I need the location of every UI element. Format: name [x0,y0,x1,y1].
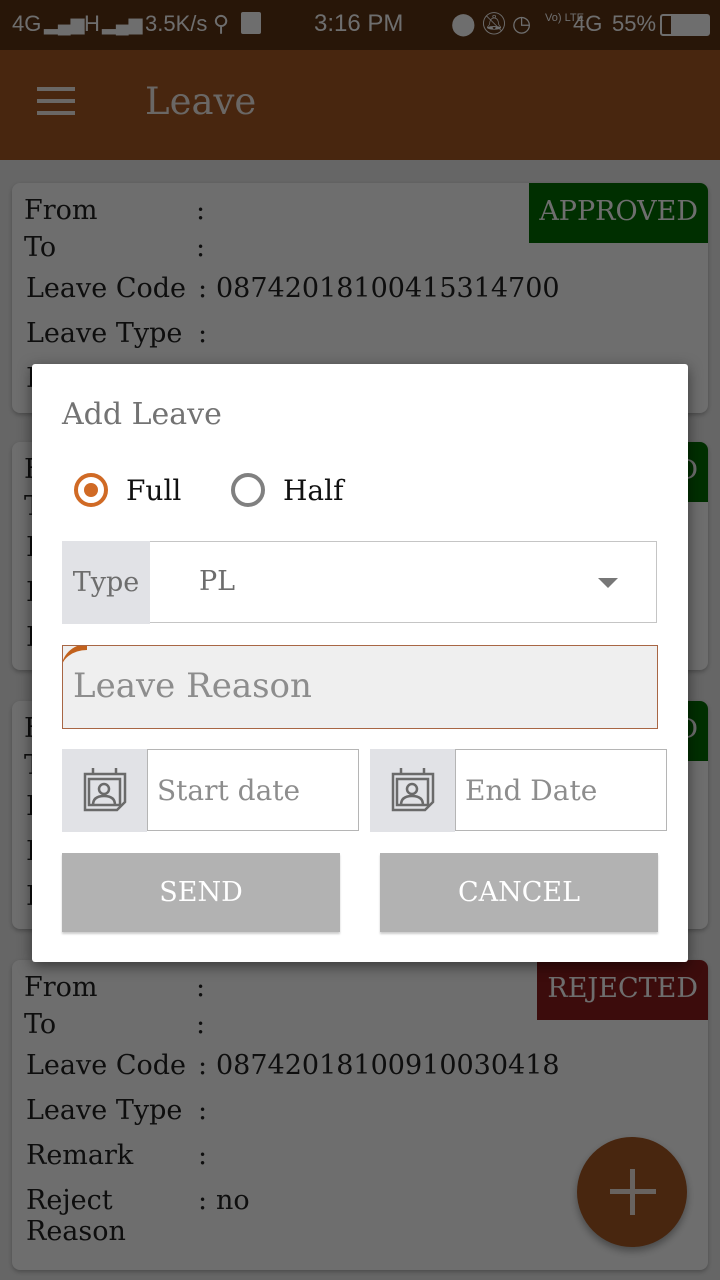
start-date-field[interactable]: Start date [62,749,359,832]
radio-full[interactable]: Full [74,470,181,510]
end-date-field[interactable]: End Date [370,749,667,832]
radio-label: Half [283,473,344,507]
leave-reason-placeholder: Leave Reason [73,666,312,706]
leave-reason-input[interactable]: Leave Reason [62,645,658,729]
radio-label: Full [126,473,182,507]
calendar-icon[interactable] [370,749,455,832]
chevron-down-icon [598,578,618,588]
leave-type-field: Type PL [62,541,658,624]
cancel-button[interactable]: CANCEL [380,853,658,932]
leave-type-dropdown[interactable]: PL [150,541,657,623]
end-date-placeholder: End Date [465,774,598,807]
type-label: Type [62,541,150,624]
radio-half[interactable]: Half [231,470,343,510]
selected-type: PL [199,566,236,597]
dialog-title: Add Leave [62,397,222,432]
calendar-icon[interactable] [62,749,147,832]
radio-selected-icon [74,473,108,507]
add-leave-dialog: Add Leave Full Half Type PL Leave Reason [32,364,688,962]
send-button[interactable]: SEND [62,853,340,932]
start-date-placeholder: Start date [157,774,301,807]
radio-unselected-icon [231,473,265,507]
